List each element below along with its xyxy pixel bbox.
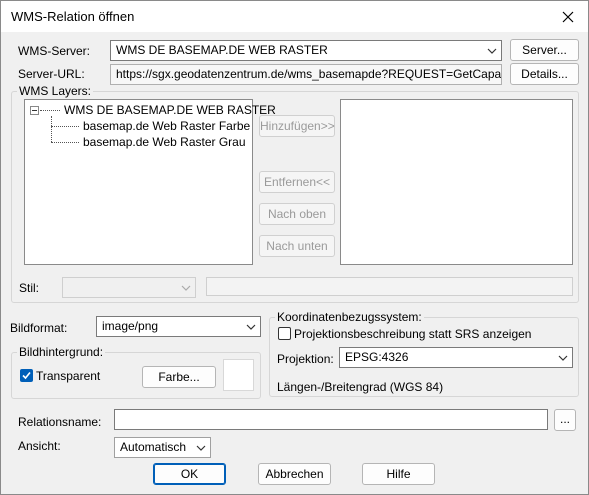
server-url-field[interactable]: https://sgx.geodatenzentrum.de/wms_basem…	[110, 64, 502, 85]
chevron-down-icon	[181, 285, 191, 291]
server-url-value: https://sgx.geodatenzentrum.de/wms_basem…	[116, 67, 502, 81]
wms-relation-dialog: WMS-Relation öffnen WMS-Server: WMS DE B…	[0, 0, 589, 495]
collapse-icon[interactable]	[30, 106, 39, 115]
projection-value: EPSG:4326	[345, 350, 409, 364]
background-group-label: Bildhintergrund:	[17, 345, 106, 359]
style-description-field	[206, 277, 573, 296]
image-format-label: Bildformat:	[10, 321, 68, 335]
color-swatch	[223, 359, 254, 391]
view-value: Automatisch	[120, 440, 187, 454]
chevron-down-icon	[246, 324, 256, 330]
relation-name-input[interactable]	[114, 409, 548, 430]
crs-group-label: Koordinatenbezugssystem:	[275, 310, 424, 324]
chevron-down-icon	[196, 445, 206, 451]
server-select[interactable]: WMS DE BASEMAP.DE WEB RASTER	[110, 40, 502, 61]
remove-layer-button[interactable]: Entfernen<<	[259, 171, 335, 193]
details-button[interactable]: Details...	[510, 63, 579, 85]
projection-description-checkbox[interactable]	[278, 327, 291, 340]
server-url-label: Server-URL:	[18, 67, 85, 81]
chevron-down-icon	[558, 355, 568, 361]
cancel-button[interactable]: Abbrechen	[258, 463, 331, 485]
tree-root-item[interactable]: WMS DE BASEMAP.DE WEB RASTER	[64, 103, 276, 117]
server-value: WMS DE BASEMAP.DE WEB RASTER	[116, 43, 328, 57]
projection-select[interactable]: EPSG:4326	[339, 347, 573, 368]
color-button[interactable]: Farbe...	[142, 366, 216, 388]
server-button[interactable]: Server...	[510, 39, 579, 61]
layers-tree[interactable]: WMS DE BASEMAP.DE WEB RASTER basemap.de …	[24, 99, 276, 265]
image-format-select[interactable]: image/png	[96, 316, 261, 337]
checkmark-icon	[22, 371, 31, 380]
ok-button[interactable]: OK	[153, 463, 226, 485]
projection-label: Projektion:	[277, 352, 334, 366]
tree-item-farbe[interactable]: basemap.de Web Raster Farbe	[83, 119, 250, 133]
projection-description-text: Längen-/Breitengrad (WGS 84)	[277, 380, 444, 394]
transparent-label[interactable]: Transparent	[36, 369, 100, 383]
selected-layers-list[interactable]	[340, 99, 573, 265]
help-button[interactable]: Hilfe	[362, 463, 435, 485]
chevron-down-icon	[487, 48, 497, 54]
window-title: WMS-Relation öffnen	[11, 9, 135, 24]
close-icon	[562, 11, 574, 22]
projection-description-label[interactable]: Projektionsbeschreibung statt SRS anzeig…	[294, 327, 531, 341]
move-down-button[interactable]: Nach unten	[259, 235, 335, 257]
server-label: WMS-Server:	[18, 44, 90, 58]
view-label: Ansicht:	[18, 439, 61, 453]
style-label: Stil:	[19, 281, 40, 295]
relation-name-label: Relationsname:	[18, 415, 102, 429]
transparent-checkbox[interactable]	[20, 369, 33, 382]
move-up-button[interactable]: Nach oben	[259, 203, 335, 225]
wms-layers-label: WMS Layers:	[17, 84, 94, 98]
browse-button[interactable]: ...	[554, 409, 576, 431]
close-button[interactable]	[548, 1, 588, 32]
title-bar: WMS-Relation öffnen	[1, 1, 588, 32]
image-format-value: image/png	[102, 319, 159, 333]
view-select[interactable]: Automatisch	[114, 437, 211, 458]
add-layer-button[interactable]: Hinzufügen>>	[259, 115, 335, 137]
tree-item-grau[interactable]: basemap.de Web Raster Grau	[83, 135, 246, 149]
style-select[interactable]	[62, 277, 196, 298]
